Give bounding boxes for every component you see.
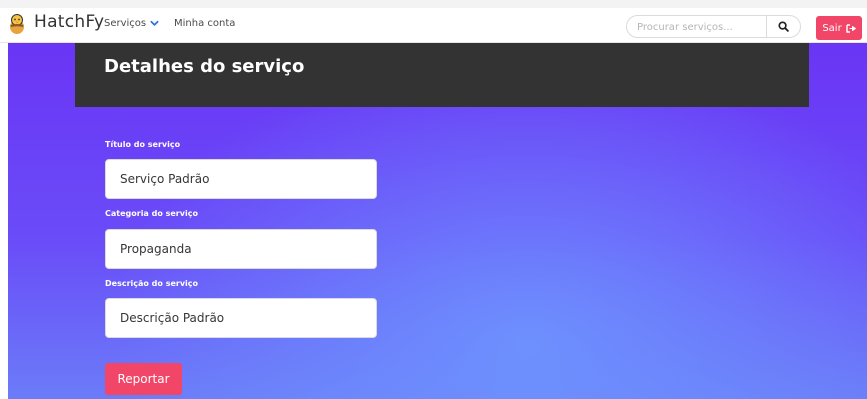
brand-name[interactable]: HatchFy [34,12,104,32]
service-category-label: Categoria do serviço [105,209,198,218]
nav-services-label: Serviços [104,18,147,29]
search-icon [778,21,789,32]
report-button[interactable]: Reportar [105,363,182,395]
service-description-field[interactable] [105,298,377,338]
service-description-label: Descrição do serviço [105,279,199,288]
nav-account-link[interactable]: Minha conta [174,18,235,29]
nav-services-dropdown[interactable]: Serviços [104,18,159,29]
chevron-down-icon [150,20,159,26]
search-input[interactable] [637,20,755,34]
page-title: Detalhes do serviço [104,56,305,77]
service-title-label: Título do serviço [105,140,181,149]
navbar: HatchFy Serviços Minha conta Sair [0,8,867,43]
logout-button[interactable]: Sair [816,16,862,40]
top-strip [0,0,867,8]
main-content: Detalhes do serviço Título do serviço Ca… [8,43,867,399]
chick-logo-icon [10,14,24,34]
search-bar [626,15,801,38]
sign-out-icon [845,23,856,33]
service-category-field[interactable] [105,229,377,269]
logout-label: Sair [822,22,842,34]
service-title-field[interactable] [105,159,377,199]
search-button[interactable] [767,16,800,37]
page-header: Detalhes do serviço [75,43,809,107]
